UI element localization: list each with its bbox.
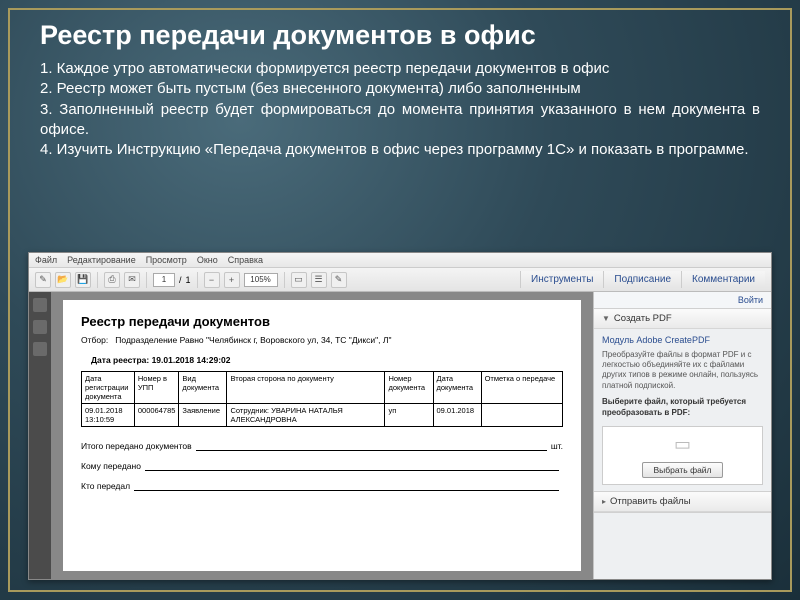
menu-file[interactable]: Файл <box>35 255 57 265</box>
document-area[interactable]: Реестр передачи документов Отбор: Подраз… <box>51 292 593 579</box>
cell-second-party: Сотрудник: УВАРИНА НАТАЛЬЯ АЛЕКСАНДРОВНА <box>227 404 385 427</box>
page-current-input[interactable]: 1 <box>153 273 175 287</box>
toolbar-separator <box>197 272 198 288</box>
chevron-down-icon: ▼ <box>602 314 610 323</box>
menu-window[interactable]: Окно <box>197 255 218 265</box>
page-separator: / <box>179 275 182 285</box>
menu-view[interactable]: Просмотр <box>146 255 187 265</box>
tab-comments[interactable]: Комментарии <box>681 271 765 288</box>
cell-transfer-mark <box>481 404 562 427</box>
side-panel: Войти ▼ Создать PDF Модуль Adobe CreateP… <box>593 292 771 579</box>
right-tools-tabs: Инструменты Подписание Комментарии <box>520 271 765 288</box>
tab-sign[interactable]: Подписание <box>603 271 681 288</box>
transferred-by-label: Кто передал <box>81 481 130 491</box>
create-pdf-icon[interactable]: ✎ <box>35 272 51 288</box>
col-reg-date: Дата регистрации документа <box>82 372 135 404</box>
tab-tools[interactable]: Инструменты <box>520 271 603 288</box>
col-doc-type: Вид документа <box>179 372 227 404</box>
zoom-level[interactable]: 105% <box>244 273 278 287</box>
registry-table: Дата регистрации документа Номер в УПП В… <box>81 371 563 427</box>
tool-icon[interactable]: ▭ <box>291 272 307 288</box>
zoom-out-icon[interactable]: − <box>204 272 220 288</box>
col-upp-number: Номер в УПП <box>134 372 179 404</box>
menu-edit[interactable]: Редактирование <box>67 255 136 265</box>
cell-doc-date: 09.01.2018 <box>433 404 481 427</box>
toolbar: ✎ 📂 💾 ⎙ ✉ 1 / 1 − + 105% ▭ ☰ ✎ Инструмен… <box>29 268 771 292</box>
doc-title: Реестр передачи документов <box>81 314 563 329</box>
total-docs-unit: шт. <box>551 441 563 451</box>
open-icon[interactable]: 📂 <box>55 272 71 288</box>
work-area: Реестр передачи документов Отбор: Подраз… <box>29 292 771 579</box>
choose-file-label: Выберите файл, который требуется преобра… <box>602 397 763 418</box>
col-transfer-mark: Отметка о передаче <box>481 372 562 404</box>
file-placeholder-icon: ▭ <box>674 433 691 456</box>
accordion-title-send: Отправить файлы <box>610 496 691 507</box>
doc-registry-date: Дата реестра: 19.01.2018 14:29:02 <box>91 355 563 365</box>
accordion-create-pdf: ▼ Создать PDF Модуль Adobe CreatePDF Пре… <box>594 309 771 492</box>
pdf-viewer-window: Файл Редактирование Просмотр Окно Справк… <box>28 252 772 580</box>
doc-filter-value: Подразделение Равно "Челябинск г, Воровс… <box>115 335 391 345</box>
accordion-title-create: Создать PDF <box>614 313 672 324</box>
underline <box>134 481 559 491</box>
col-doc-date: Дата документа <box>433 372 481 404</box>
file-choose-box: ▭ Выбрать файл <box>602 426 763 485</box>
save-icon[interactable]: 💾 <box>75 272 91 288</box>
menu-bar: Файл Редактирование Просмотр Окно Справк… <box>29 253 771 268</box>
doc-filter-label: Отбор: <box>81 335 108 345</box>
document-page: Реестр передачи документов Отбор: Подраз… <box>63 300 581 571</box>
doc-footer-lines: Итого передано документов шт. Кому перед… <box>81 441 563 491</box>
col-second-party: Вторая сторона по документу <box>227 372 385 404</box>
tool-icon[interactable]: ☰ <box>311 272 327 288</box>
underline <box>145 461 559 471</box>
bookmarks-icon[interactable] <box>33 320 47 334</box>
accordion-send-files: ▸ Отправить файлы <box>594 492 771 513</box>
transferred-to-label: Кому передано <box>81 461 141 471</box>
zoom-in-icon[interactable]: + <box>224 272 240 288</box>
cell-upp-number: 000064785 <box>134 404 179 427</box>
cell-doc-type: Заявление <box>179 404 227 427</box>
module-title: Модуль Adobe CreatePDF <box>602 335 763 347</box>
thumbnails-icon[interactable] <box>33 298 47 312</box>
toolbar-separator <box>284 272 285 288</box>
menu-help[interactable]: Справка <box>228 255 263 265</box>
accordion-head-send[interactable]: ▸ Отправить файлы <box>594 492 771 512</box>
col-doc-number: Номер документа <box>385 372 433 404</box>
doc-filter: Отбор: Подразделение Равно "Челябинск г,… <box>81 335 563 345</box>
accordion-body-create: Модуль Adobe CreatePDF Преобразуйте файл… <box>594 329 771 491</box>
toolbar-separator <box>97 272 98 288</box>
page-total: 1 <box>186 275 191 285</box>
toolbar-separator <box>146 272 147 288</box>
total-docs-label: Итого передано документов <box>81 441 192 451</box>
mail-icon[interactable]: ✉ <box>124 272 140 288</box>
signin-link[interactable]: Войти <box>594 292 771 309</box>
tool-icon[interactable]: ✎ <box>331 272 347 288</box>
cell-reg-date: 09.01.2018 13:10:59 <box>82 404 135 427</box>
table-header-row: Дата регистрации документа Номер в УПП В… <box>82 372 563 404</box>
chevron-right-icon: ▸ <box>602 497 606 506</box>
module-description: Преобразуйте файлы в формат PDF и с легк… <box>602 350 763 392</box>
table-row: 09.01.2018 13:10:59 000064785 Заявление … <box>82 404 563 427</box>
choose-file-button[interactable]: Выбрать файл <box>642 462 722 478</box>
cell-doc-number: уп <box>385 404 433 427</box>
attachments-icon[interactable] <box>33 342 47 356</box>
left-nav-strip <box>29 292 51 579</box>
accordion-head-create[interactable]: ▼ Создать PDF <box>594 309 771 329</box>
print-icon[interactable]: ⎙ <box>104 272 120 288</box>
underline <box>196 441 547 451</box>
